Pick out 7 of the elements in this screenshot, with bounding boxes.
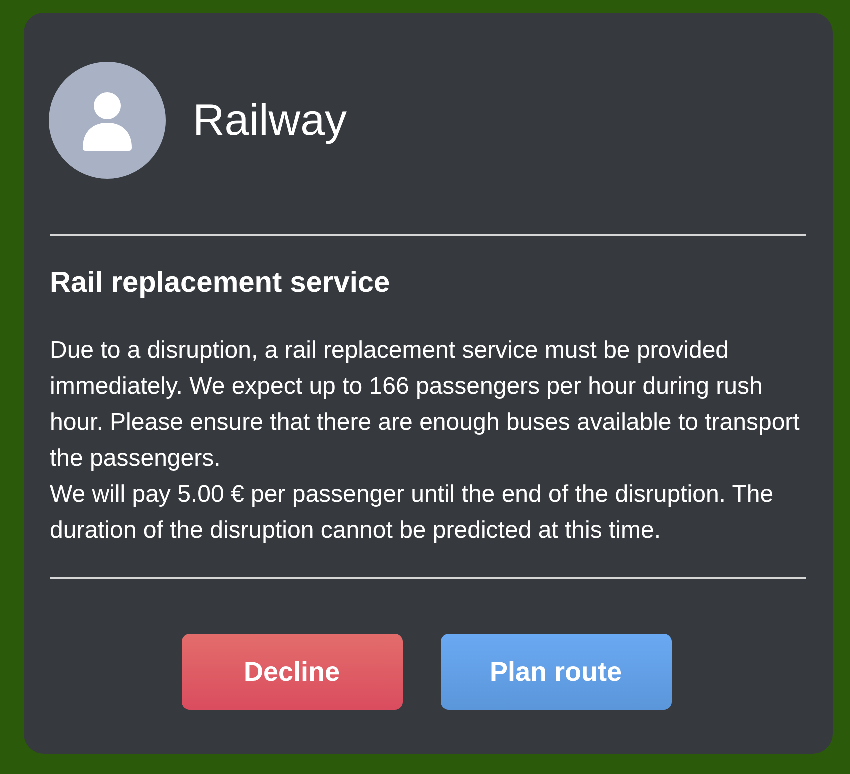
decline-button[interactable]: Decline (182, 634, 402, 710)
sender-name: Railway (193, 94, 348, 146)
user-avatar-icon (49, 62, 166, 179)
message-paragraph: We will pay 5.00 € per passenger until the end of the disruption. The duration of the disruption cannot be predicted at this time. (50, 480, 775, 546)
message-paragraph: Due to a disruption, a rail replacement service must be provided immediately. We expect up to 166 passengers per hour during rush hour. Please ensure that there are enough buses available to transport the passengers. (50, 336, 801, 474)
plan-route-button[interactable]: Plan route (440, 634, 672, 710)
message-title: Rail replacement service (50, 266, 392, 301)
